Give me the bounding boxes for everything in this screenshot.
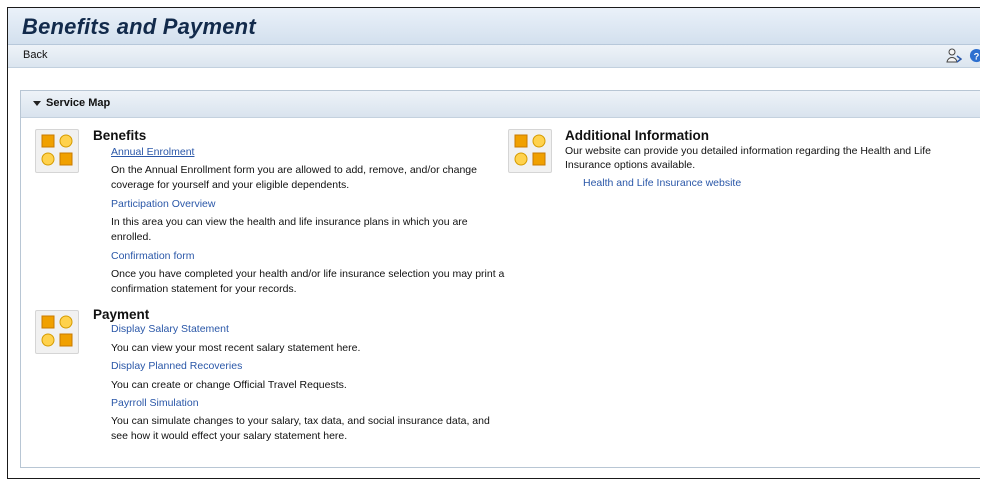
payment-group-title: Payment — [93, 307, 150, 322]
additional-information-description: Our website can provide you detailed inf… — [565, 145, 931, 171]
additional-info-tiles-icon — [508, 129, 552, 173]
payment-group: Payment Display Salary Statement You can… — [35, 307, 505, 460]
payment-tiles-icon — [35, 310, 79, 354]
back-button[interactable]: Back — [23, 49, 47, 61]
title-bar: Benefits and Payment — [8, 8, 980, 45]
benefits-group: Benefits Annual Enrolment On the Annual … — [35, 128, 505, 309]
help-icon[interactable]: ? — [969, 48, 980, 63]
annual-enrolment-description: On the Annual Enrollment form you are al… — [111, 164, 477, 191]
additional-information-title: Additional Information — [565, 128, 709, 143]
participation-overview-link[interactable]: Participation Overview — [111, 198, 215, 210]
navigation-bar: Back ? — [8, 45, 980, 68]
benefits-group-title: Benefits — [93, 128, 147, 143]
annual-enrolment-link[interactable]: Annual Enrolment — [111, 146, 194, 158]
service-map-panel: Service Map Benefits Annual Enrolment On… — [20, 90, 980, 468]
svg-text:?: ? — [974, 51, 980, 61]
service-map-title: Service Map — [46, 97, 111, 109]
payroll-simulation-description: You can simulate changes to your salary,… — [111, 415, 490, 442]
confirmation-form-description: Once you have completed your health and/… — [111, 268, 505, 295]
benefits-tiles-icon — [35, 129, 79, 173]
app-window: Benefits and Payment Back ? Service Map — [7, 7, 980, 479]
payroll-simulation-link[interactable]: Payrroll Simulation — [111, 397, 199, 409]
display-salary-statement-link[interactable]: Display Salary Statement — [111, 323, 229, 335]
display-planned-recoveries-link[interactable]: Display Planned Recoveries — [111, 360, 242, 372]
participation-overview-description: In this area you can view the health and… — [111, 216, 468, 243]
user-settings-icon[interactable] — [946, 48, 962, 64]
additional-information-group: Additional Information Our website can p… — [508, 128, 968, 249]
service-map-header[interactable]: Service Map — [21, 91, 980, 118]
confirmation-form-link[interactable]: Confirmation form — [111, 250, 194, 262]
collapse-caret-icon[interactable] — [33, 101, 41, 106]
display-salary-statement-description: You can view your most recent salary sta… — [111, 342, 361, 354]
display-planned-recoveries-description: You can create or change Official Travel… — [111, 379, 347, 391]
health-life-insurance-website-link[interactable]: Health and Life Insurance website — [583, 177, 741, 189]
page-title: Benefits and Payment — [22, 14, 256, 39]
